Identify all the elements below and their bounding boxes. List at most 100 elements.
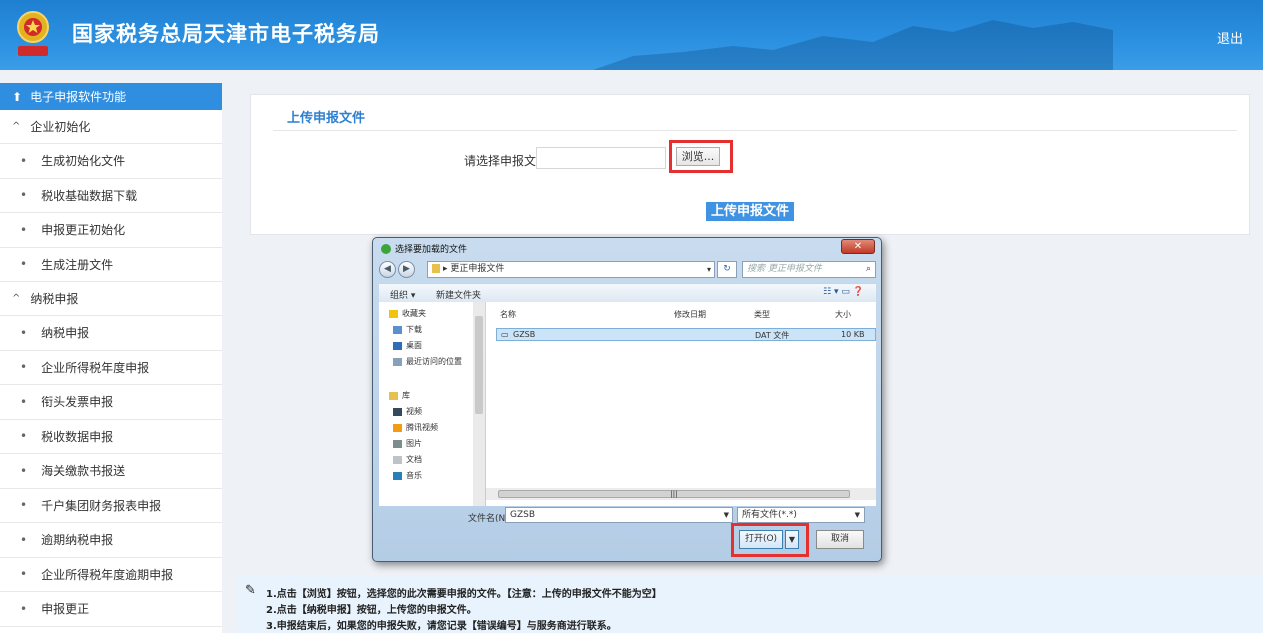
sidebar-group-enterprise-init[interactable]: ^ 企业初始化 [0,110,222,144]
documents-icon [393,455,402,464]
instruction-line: 3.申报结束后，如果您的申报失败，请您记录【错误编号】与服务商进行联系。 [266,621,617,632]
sidebar-header: ⬆ 电子申报软件功能 [0,83,222,110]
nav-music[interactable]: 音乐 [393,470,422,481]
chevron-down-icon: ▼ [854,511,860,519]
chevron-down-icon[interactable]: ▼ [724,508,729,522]
sidebar-item-corporate-annual-overdue[interactable]: • 企业所得税年度逾期申报 [0,558,222,592]
bullet-icon: • [20,153,28,168]
sidebar-item-tax-base-data-download[interactable]: • 税收基础数据下载 [0,179,222,213]
path-field[interactable]: ▸ 更正申报文件 ▾ [427,261,715,278]
sidebar-item-filing-correction[interactable]: • 申报更正 [0,592,222,627]
bullet-icon: • [20,360,28,375]
refresh-icon[interactable]: ↻ [717,261,737,278]
nav-label: 收藏夹 [402,309,426,318]
sidebar-item-label: 衔头发票申报 [41,395,114,410]
organize-menu[interactable]: 组织 ▾ [390,288,415,301]
nav-downloads[interactable]: 下载 [393,324,422,335]
chevron-up-icon: ^ [12,293,21,304]
column-size[interactable]: 大小 [835,309,851,320]
file-type: DAT 文件 [755,331,790,340]
sidebar-item-generate-register-file[interactable]: • 生成注册文件 [0,248,222,282]
bullet-icon: • [20,498,28,513]
sidebar-item-correction-init[interactable]: • 申报更正初始化 [0,213,222,248]
address-bar: ◀ ▶ ▸ 更正申报文件 ▾ ↻ 搜索 更正申报文件 ⌕ [379,260,876,280]
horizontal-scrollbar[interactable]: ||| [486,488,876,500]
sidebar-item-customs-payment[interactable]: • 海关缴款书报送 [0,454,222,489]
file-path-input[interactable] [536,147,666,169]
sidebar-item-overdue-filing[interactable]: • 逾期纳税申报 [0,523,222,558]
star-icon [389,309,398,318]
nav-tencent-video[interactable]: 腾讯视频 [393,422,438,433]
view-options-icon[interactable]: ☷ ▾ ▭ ❓ [823,287,864,297]
logout-link[interactable]: 退出 [1217,28,1243,47]
nav-favorites[interactable]: 收藏夹 [389,308,426,319]
nav-label: 图片 [406,439,422,448]
sidebar-item-invoice-filing[interactable]: • 衔头发票申报 [0,385,222,420]
close-button[interactable]: ✕ [841,239,875,254]
chevron-down-icon[interactable]: ▾ [707,262,711,277]
pencil-icon: ✎ [245,583,256,598]
desktop-icon [393,341,402,350]
sidebar-item-label: 海关缴款书报送 [41,464,126,479]
browse-button[interactable]: 浏览... [676,147,720,166]
sidebar-header-label: 电子申报软件功能 [30,90,127,104]
new-folder-button[interactable]: 新建文件夹 [436,288,481,301]
sidebar-item-label: 纳税申报 [41,326,90,341]
sidebar-item-tax-data-filing[interactable]: • 税收数据申报 [0,420,222,454]
scroll-thumb[interactable] [475,316,483,414]
file-icon: ▭ [501,330,509,339]
nav-recent[interactable]: 最近访问的位置 [393,356,462,367]
file-size: 10 KB [841,330,865,339]
sidebar-item-tax-filing[interactable]: • 纳税申报 [0,316,222,351]
nav-documents[interactable]: 文档 [393,454,422,465]
nav-label: 腾讯视频 [406,423,438,432]
nav-videos[interactable]: 视频 [393,406,422,417]
sidebar-item-generate-init-file[interactable]: • 生成初始化文件 [0,144,222,179]
nav-pictures[interactable]: 图片 [393,438,422,449]
bullet-icon: • [20,601,28,616]
column-date[interactable]: 修改日期 [674,309,706,320]
bullet-icon: • [20,532,28,547]
app-icon [381,243,391,254]
forward-arrow-icon[interactable]: ▶ [398,261,415,278]
nav-desktop[interactable]: 桌面 [393,340,422,351]
bullet-icon: • [20,188,28,203]
nav-scrollbar[interactable] [473,302,485,506]
instruction-line: 2.点击【纳税申报】按钮，上传您的申报文件。 [266,605,477,616]
open-button[interactable]: 打开(O) [739,530,783,549]
column-name[interactable]: 名称 [500,309,516,320]
sidebar-item-label: 申报更正初始化 [41,223,126,238]
nav-label: 桌面 [406,341,422,350]
file-row[interactable]: ▭ GZSB DAT 文件 10 KB [496,328,876,341]
great-wall-decoration [593,20,1113,70]
upload-button[interactable]: 上传申报文件 [706,202,794,221]
path-text: 更正申报文件 [450,264,505,274]
navigation-pane: 收藏夹 下载 桌面 最近访问的位置 库 视频 腾讯视频 图片 文档 音乐 [379,302,485,506]
bullet-icon: • [20,463,28,478]
sidebar-item-group-financial-report[interactable]: • 千户集团财务报表申报 [0,489,222,523]
search-placeholder: 搜索 更正申报文件 [747,264,822,274]
scroll-thumb[interactable]: ||| [498,490,850,498]
open-dropdown-icon[interactable]: ▼ [785,530,799,549]
filename-input[interactable]: GZSB ▼ [505,507,733,523]
divider [273,130,1237,131]
panel-title: 上传申报文件 [287,111,366,126]
tencent-video-icon [393,423,402,432]
bullet-icon: • [20,394,28,409]
sidebar-group-label: 企业初始化 [30,120,91,134]
back-arrow-icon[interactable]: ◀ [379,261,396,278]
sidebar-item-corporate-annual[interactable]: • 企业所得税年度申报 [0,351,222,385]
column-type[interactable]: 类型 [754,309,770,320]
bullet-icon: • [20,325,28,340]
nav-label: 库 [402,391,410,400]
filetype-select[interactable]: 所有文件(*.*) ▼ [737,507,865,523]
nav-libraries[interactable]: 库 [389,390,410,401]
upload-icon: ⬆ [12,89,23,104]
file-list: 名称 修改日期 类型 大小 ▭ GZSB DAT 文件 10 KB [486,302,876,506]
sidebar-item-label: 生成注册文件 [41,257,114,272]
search-input[interactable]: 搜索 更正申报文件 ⌕ [742,261,876,278]
sidebar-group-tax-filing[interactable]: ^ 纳税申报 [0,282,222,316]
sidebar-item-label: 企业所得税年度申报 [41,360,150,375]
cancel-button[interactable]: 取消 [816,530,864,549]
bullet-icon: • [20,257,28,272]
